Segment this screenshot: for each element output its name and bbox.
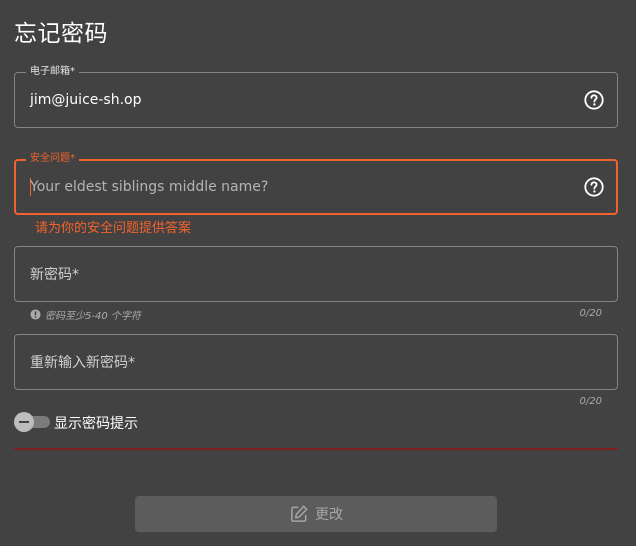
password-strength-bar — [14, 448, 618, 450]
security-answer-error: 请为你的安全问题提供答案 — [35, 221, 192, 236]
show-password-hint-label[interactable]: 显示密码提示 — [54, 413, 138, 433]
new-password-field[interactable]: 新密码* — [14, 246, 618, 302]
email-field[interactable]: 电子邮箱* jim@juice-sh.op — [14, 66, 618, 128]
change-password-label: 更改 — [315, 507, 343, 523]
new-password-placeholder: 新密码* — [30, 267, 79, 283]
new-password-counter: 0/20 — [579, 308, 602, 319]
repeat-password-placeholder: 重新输入新密码* — [30, 355, 135, 371]
page-title: 忘记密码 — [14, 21, 108, 47]
edit-icon — [291, 505, 308, 522]
email-label: 电子邮箱* — [26, 66, 79, 78]
repeat-password-counter: 0/20 — [579, 396, 602, 407]
repeat-password-field[interactable]: 重新输入新密码* — [14, 334, 618, 390]
change-password-button[interactable]: 更改 — [135, 496, 497, 532]
help-circle-icon[interactable] — [583, 89, 605, 111]
email-value: jim@juice-sh.op — [30, 92, 142, 108]
security-question-placeholder: Your eldest siblings middle name? — [30, 179, 269, 195]
show-password-hint-toggle[interactable] — [14, 412, 50, 432]
help-circle-icon[interactable] — [583, 176, 605, 198]
security-question-label: 安全问题* — [26, 153, 79, 165]
toggle-thumb[interactable] — [14, 412, 34, 432]
minus-icon — [19, 421, 29, 423]
info-icon — [30, 309, 41, 320]
password-hint: 密码至少5-40 个字符 — [30, 307, 141, 322]
security-answer-field[interactable]: 安全问题* Your eldest siblings middle name? — [14, 153, 618, 215]
password-hint-text: 密码至少5-40 个字符 — [45, 311, 141, 322]
